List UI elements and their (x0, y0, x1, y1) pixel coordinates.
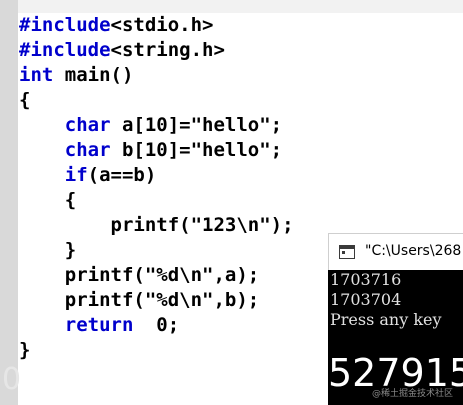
console-title: "C:\Users\268 (365, 243, 462, 259)
code-line-8-text: { (19, 189, 77, 211)
console-output-line-2: 1703704 (330, 290, 402, 309)
code-line-8[interactable]: { (19, 188, 76, 213)
console-titlebar[interactable]: "C:\Users\268 (328, 233, 463, 270)
code-line-1-text: #include<stdio.h> (19, 14, 214, 36)
code-line-2-text: #include<string.h> (19, 39, 225, 61)
code-line-6[interactable]: char b[10]="hello"; (19, 138, 282, 163)
console-output-line-3: Press any key (330, 310, 442, 329)
code-line-1[interactable]: #include<stdio.h> (19, 13, 213, 38)
code-line-10-text: } (19, 239, 77, 261)
background-fragment: 0 (2, 362, 22, 397)
code-line-10[interactable]: } (19, 238, 76, 263)
code-line-11[interactable]: printf("%d\n",a); (19, 263, 259, 288)
window-top-strip (0, 0, 463, 13)
code-line-9[interactable]: printf("123\n"); (19, 213, 294, 238)
code-line-13[interactable]: return 0; (19, 313, 179, 338)
code-line-4-text: { (19, 89, 31, 111)
code-line-14[interactable]: } (19, 338, 30, 363)
code-line-9-text: printf("123\n"); (19, 214, 294, 236)
code-line-3-text: int main() (19, 64, 134, 86)
code-line-5[interactable]: char a[10]="hello"; (19, 113, 282, 138)
code-line-4[interactable]: { (19, 88, 30, 113)
editor-gutter (0, 0, 18, 405)
code-line-2[interactable]: #include<string.h> (19, 38, 225, 63)
code-line-13-text: return 0; (64, 314, 180, 336)
code-line-12-text: printf("%d\n",b); (19, 289, 260, 311)
code-line-12[interactable]: printf("%d\n",b); (19, 288, 259, 313)
code-line-5-text: char a[10]="hello"; (64, 114, 283, 136)
watermark: @稀土掘金技术社区 (372, 389, 454, 399)
console-app-icon (339, 245, 355, 259)
code-line-7[interactable]: if(a==b) (19, 163, 157, 188)
code-line-14-text: } (19, 339, 31, 361)
code-line-6-text: char b[10]="hello"; (64, 139, 283, 161)
code-line-7-text: if(a==b) (64, 164, 157, 186)
console-window[interactable]: "C:\Users\268 1703716 1703704 Press any … (328, 233, 463, 405)
console-output-line-1: 1703716 (330, 270, 402, 289)
code-line-11-text: printf("%d\n",a); (19, 264, 260, 286)
code-line-3[interactable]: int main() (19, 63, 133, 88)
